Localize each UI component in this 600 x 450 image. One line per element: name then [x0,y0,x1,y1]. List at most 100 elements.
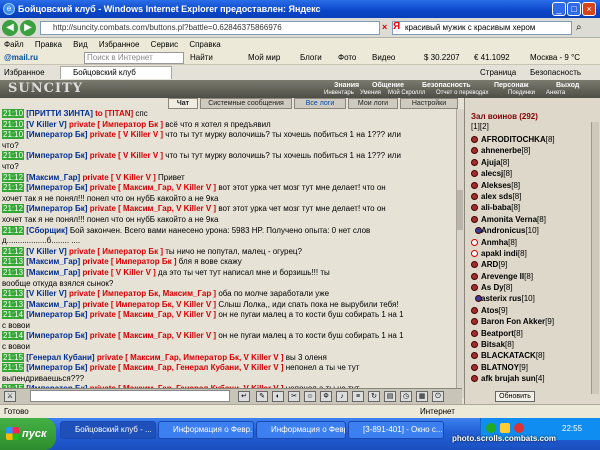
warriors-pager[interactable]: [1][2] [471,122,489,131]
filter-icon[interactable]: ◐ [272,391,284,402]
warrior-name[interactable]: BLACKATACK [481,351,536,360]
task-chat-window[interactable]: [3-891-401] - Окно с... [348,421,444,439]
chat-nick[interactable]: [Император Бк] [26,183,87,192]
warrior-item[interactable]: Ajuja[8] [471,157,589,168]
yandex-search-input[interactable]: красивый мужик с красивым хером [392,21,572,35]
warrior-name[interactable]: Andronicus [481,226,525,235]
nav-character[interactable]: Персонаж [494,82,528,89]
nav-knowledge[interactable]: Знания [334,82,359,89]
chat-nick[interactable]: [Император Бк] [26,151,87,160]
chat-nick[interactable]: [Максим_Гар] [26,257,80,266]
warrior-item[interactable]: Atos[9] [471,305,589,316]
toolbar-find-button[interactable]: Найти [190,51,213,65]
chat-private-to[interactable]: private [ Император Бк, Максим_Гар ] [69,289,216,298]
chat-nick[interactable]: [Генерал Кубани] [26,353,94,362]
nav-security[interactable]: Безопасность [422,82,471,89]
nav-transfer-report[interactable]: Отчет о переводах [436,90,489,96]
chat-private-to[interactable]: private [ Максим_Гар, Император Бк, V Ki… [97,353,284,362]
address-input[interactable]: http://suncity.combats.com/buttons.pl?ba… [40,21,380,35]
menu-tools[interactable]: Сервис [151,38,178,51]
warrior-name[interactable]: Atos [481,306,499,315]
book-icon[interactable]: ▤ [384,391,396,402]
menu-favorites[interactable]: Избранное [99,38,140,51]
chat-private-to[interactable]: private [ V Killer V ] [82,173,155,182]
volume-icon[interactable] [500,423,510,433]
warrior-item[interactable]: alecsj[8] [471,168,589,179]
chat-nick[interactable]: [V Killer V] [26,247,66,256]
warrior-item[interactable]: Andronicus[10] [471,225,589,236]
warrior-name[interactable]: Anmha [481,238,508,247]
warrior-name[interactable]: Baron Fon Akker [481,317,545,326]
toolbar-search-input[interactable]: Поиск в Интернет [84,52,184,64]
warrior-name[interactable]: alecsj [481,169,503,178]
warrior-name[interactable]: Bitsak [481,340,505,349]
tab-settings[interactable]: Настройки [400,98,458,109]
nav-my-scroll[interactable]: Мой Скроллл [388,90,425,96]
chat-private-to[interactable]: private [ Максим_Гар, V Killer V ] [90,183,216,192]
chat-nick[interactable]: [Император Бк] [26,363,87,372]
stop-icon[interactable]: × [382,22,390,34]
antivirus-icon[interactable] [514,423,524,433]
tab-all-logs[interactable]: Все логи [294,98,346,109]
toolbar-blogs[interactable]: Блоги [300,51,322,65]
chat-nick[interactable]: [Император Бк] [26,331,87,340]
nav-profile[interactable]: Анкета [546,90,565,96]
warrior-item[interactable]: alex sds[8] [471,191,589,202]
warrior-item[interactable]: ARD[9] [471,259,589,270]
menu-edit[interactable]: Правка [35,38,62,51]
warrior-item[interactable]: Arevenge II[8] [471,271,589,282]
nav-inventory[interactable]: Инвентарь [324,90,354,96]
chat-nick[interactable]: [Император Бк] [26,310,87,319]
chat-nick[interactable]: [Максим_Гар] [26,300,80,309]
chat-nick[interactable]: [V Killer V] [26,289,66,298]
chat-nick[interactable]: [ПРИТТИ ЗИНТА] [26,109,93,118]
chat-mode-icon[interactable]: ⚔ [4,391,16,402]
map-icon[interactable]: ▦ [416,391,428,402]
warrior-item[interactable]: Bitsak[8] [471,339,589,350]
toolbar-photo[interactable]: Фото [338,51,356,65]
chat-private-to[interactable]: private [ V Killer V ] [82,268,155,277]
chat-nick[interactable]: [V Killer V] [26,120,66,129]
warrior-item[interactable]: As Dy[8] [471,282,589,293]
refresh-chat-icon[interactable]: ↻ [368,391,380,402]
safety-menu[interactable]: Безопасность [530,65,581,80]
warrior-name[interactable]: apakl indi [481,249,518,258]
warrior-name[interactable]: As Dy [481,283,504,292]
chat-private-to[interactable]: private [ Максим_Гар, V Killer V ] [90,204,216,213]
sound-icon[interactable]: ♪ [336,391,348,402]
chat-input[interactable] [30,390,230,402]
tab-my-logs[interactable]: Мои логи [348,98,398,109]
warrior-name[interactable]: AFRODITOCHKA [481,135,546,144]
warrior-name[interactable]: Alekses [481,181,511,190]
warrior-item[interactable]: BLATNOY[9] [471,362,589,373]
warrior-item[interactable]: Anmha[8] [471,237,589,248]
warrior-name[interactable]: Amonita Verna [481,215,537,224]
chat-nick[interactable]: [Максим_Гар] [26,268,80,277]
warrior-item[interactable]: Alekses[8] [471,180,589,191]
warrior-item[interactable]: Beatport[8] [471,328,589,339]
chat-private-to[interactable]: private [ V Killer V ] [90,130,163,139]
menu-view[interactable]: Вид [73,38,87,51]
warrior-name[interactable]: ahnenerbe [481,146,521,155]
browser-tab[interactable]: Бойцовский клуб [60,66,172,79]
warrior-name[interactable]: Ajuja [481,158,501,167]
send-arrow-icon[interactable]: ↵ [238,391,250,402]
warrior-name[interactable]: ARD [481,260,498,269]
chat-nick[interactable]: [Максим_Гар] [26,173,80,182]
nav-communication[interactable]: Общение [372,82,404,89]
chat-private-to[interactable]: to [TITAN] [95,109,133,118]
warrior-name[interactable]: BLATNOY [481,363,519,372]
nav-skills[interactable]: Умения [360,90,381,96]
scroll-icon[interactable]: ≡ [352,391,364,402]
warrior-item[interactable]: ali-baba[8] [471,202,589,213]
chat-scroll-thumb[interactable] [457,190,463,230]
favorites-button[interactable]: Избранное [4,65,45,80]
warrior-item[interactable]: afk brujah sun[4] [471,373,589,384]
refresh-button[interactable]: Обновить [495,391,535,402]
page-menu[interactable]: Страница [480,65,516,80]
forward-icon[interactable]: ▶ [20,20,36,36]
chat-private-to[interactable]: private [ Император Бк, V Killer V ] [82,300,216,309]
clock-icon[interactable]: ◷ [400,391,412,402]
tab-system-messages[interactable]: Системные сообщения [200,98,292,109]
chat-private-to[interactable]: private [ V Killer V ] [90,151,163,160]
